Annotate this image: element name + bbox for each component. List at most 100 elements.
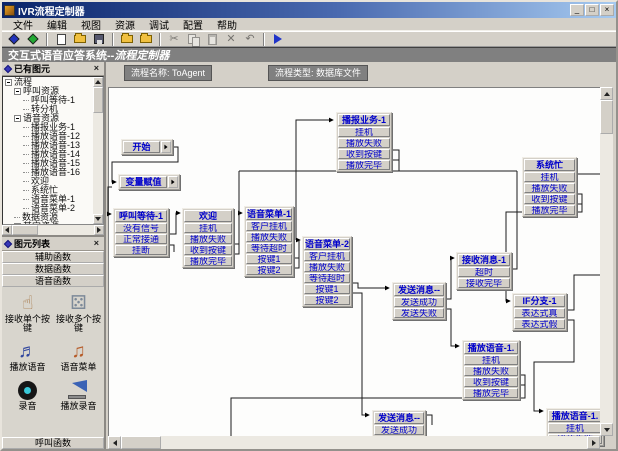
tree-scroll-thumb[interactable] — [93, 87, 103, 113]
flow-block-if-branch-1[interactable]: IF分支-1表达式真表达式假 — [512, 293, 567, 331]
block-port-表达式真[interactable]: 表达式真 — [514, 308, 565, 318]
tree-horizontal-scrollbar[interactable] — [2, 225, 104, 235]
scroll-up-icon[interactable] — [600, 87, 613, 100]
menu-item-debug[interactable]: 调试 — [142, 17, 176, 32]
block-port-按键2[interactable]: 按键2 — [304, 295, 350, 305]
block-port-播放失败[interactable]: 播放失败 — [246, 232, 292, 242]
block-port-发送成功[interactable]: 发送成功 — [374, 425, 424, 435]
minimize-button[interactable]: _ — [570, 4, 584, 16]
flow-canvas[interactable]: 流程名称: ToAgent 流程类型: 数据库文件 开始变量赋值呼叫等待-1没有… — [106, 62, 616, 449]
menu-item-file[interactable]: 文件 — [6, 17, 40, 32]
save-icon[interactable] — [90, 32, 108, 46]
import-flow-icon[interactable] — [118, 32, 136, 46]
flow-block-call-wait-1[interactable]: 呼叫等待-1没有信号正常接通挂断 — [113, 208, 169, 257]
flow-block-play-voice-1-mid[interactable]: 播放语音-1.挂机播放失败收到按键播放完毕 — [462, 340, 520, 400]
flow-block-var-assign[interactable]: 变量赋值 — [118, 174, 180, 190]
palette-tool-play-voice[interactable]: ♬播放语音 — [2, 339, 53, 372]
elements-panel-close-icon[interactable]: × — [92, 64, 101, 73]
export-flow-icon[interactable] — [137, 32, 155, 46]
scroll-left-icon[interactable] — [108, 436, 121, 449]
flow-block-welcome[interactable]: 欢迎挂机播放失败收到按键播放完毕 — [182, 208, 234, 268]
flow-block-voice-menu-2[interactable]: 语音菜单-2客户挂机播放失败等待超时按键1按键2 — [302, 236, 352, 307]
block-go-button[interactable] — [168, 176, 178, 188]
block-port-播放失败[interactable]: 播放失败 — [524, 183, 575, 193]
block-go-button[interactable] — [161, 141, 171, 153]
category-voice-functions[interactable]: 语音函数 — [2, 275, 104, 287]
block-port-挂断[interactable]: 挂断 — [115, 245, 167, 255]
block-port-挂机[interactable]: 挂机 — [524, 172, 575, 182]
scroll-down-icon[interactable] — [600, 423, 613, 436]
menu-item-settings[interactable]: 配置 — [176, 17, 210, 32]
flow-block-voice-menu-1[interactable]: 语音菜单-1客户挂机播放失败等待超时按键1按键2 — [244, 206, 294, 277]
canvas-vertical-scrollbar[interactable] — [600, 87, 613, 436]
block-port-等待超时[interactable]: 等待超时 — [246, 243, 292, 253]
block-port-播放失败[interactable]: 播放失败 — [338, 138, 390, 148]
palette-tool-receive-multi-key[interactable]: ⚄接收多个按键 — [53, 291, 104, 333]
block-port-播放完毕[interactable]: 播放完毕 — [184, 256, 232, 266]
nav-back-diamond-icon[interactable] — [5, 32, 23, 46]
tree-collapse-icon[interactable] — [14, 88, 21, 95]
block-port-发送成功[interactable]: 发送成功 — [394, 297, 444, 307]
flow-block-recv-msg-1[interactable]: 接收消息-1超时接收完毕 — [456, 252, 512, 290]
open-folder-icon[interactable] — [71, 32, 89, 46]
close-button[interactable]: × — [600, 4, 614, 16]
tree-collapse-icon[interactable] — [14, 223, 21, 224]
category-call-functions[interactable]: 呼叫函数 — [2, 437, 104, 449]
block-port-挂机[interactable]: 挂机 — [338, 127, 390, 137]
block-port-客户挂机[interactable]: 客户挂机 — [304, 251, 350, 261]
delete-icon[interactable]: ✕ — [222, 32, 240, 46]
flow-block-start[interactable]: 开始 — [121, 139, 173, 155]
menu-item-view[interactable]: 视图 — [74, 17, 108, 32]
block-port-播放完毕[interactable]: 播放完毕 — [524, 205, 575, 215]
tree-hscroll-thumb[interactable] — [12, 225, 38, 235]
block-port-按键1[interactable]: 按键1 — [246, 254, 292, 264]
tree-collapse-icon[interactable] — [5, 79, 12, 86]
new-file-icon[interactable] — [52, 32, 70, 46]
copy-icon[interactable] — [184, 32, 202, 46]
palette-tool-receive-single-key[interactable]: ☝接收单个按键 — [2, 291, 53, 333]
block-port-接收完毕[interactable]: 接收完毕 — [458, 278, 510, 288]
palette-tool-play-record[interactable]: 播放录音 — [53, 378, 104, 411]
block-port-表达式假[interactable]: 表达式假 — [514, 319, 565, 329]
tree-collapse-icon[interactable] — [14, 115, 21, 122]
nav-forward-diamond-icon[interactable] — [24, 32, 42, 46]
canvas-hscroll-thumb[interactable] — [121, 436, 161, 449]
category-data-functions[interactable]: 数据函数 — [2, 263, 104, 275]
scroll-left-icon[interactable] — [2, 225, 12, 235]
tree-item-其它资源[interactable]: 其它资源 — [5, 222, 93, 224]
cut-icon[interactable]: ✂ — [165, 32, 183, 46]
block-port-没有信号[interactable]: 没有信号 — [115, 223, 167, 233]
flow-block-broadcast-1[interactable]: 播报业务-1挂机播放失败收到按键播放完毕 — [336, 112, 392, 172]
block-port-等待超时[interactable]: 等待超时 — [304, 273, 350, 283]
block-port-挂机[interactable]: 挂机 — [464, 355, 518, 365]
paste-icon[interactable] — [203, 32, 221, 46]
menu-item-edit[interactable]: 编辑 — [40, 17, 74, 32]
restore-button[interactable]: □ — [585, 4, 599, 16]
flow-block-send-msg-1[interactable]: 发送消息--发送成功发送失败 — [392, 282, 446, 320]
flow-block-sys-busy[interactable]: 系统忙挂机播放失败收到按键播放完毕 — [522, 157, 577, 217]
category-aux-functions[interactable]: 辅助函数 — [2, 251, 104, 263]
scroll-right-icon[interactable] — [587, 436, 600, 449]
block-port-挂机[interactable]: 挂机 — [548, 423, 602, 433]
run-icon[interactable] — [269, 32, 287, 46]
scroll-down-icon[interactable] — [93, 214, 103, 224]
block-port-正常接通[interactable]: 正常接通 — [115, 234, 167, 244]
block-port-发送失败[interactable]: 发送失败 — [394, 308, 444, 318]
menu-item-help[interactable]: 帮助 — [210, 17, 244, 32]
block-port-挂机[interactable]: 挂机 — [184, 223, 232, 233]
canvas-vscroll-thumb[interactable] — [600, 100, 613, 134]
block-port-播放失败[interactable]: 播放失败 — [184, 234, 232, 244]
block-port-播放失败[interactable]: 播放失败 — [464, 366, 518, 376]
block-port-收到按键[interactable]: 收到按键 — [184, 245, 232, 255]
block-port-播放失败[interactable]: 播放失败 — [304, 262, 350, 272]
canvas-horizontal-scrollbar[interactable] — [108, 436, 600, 449]
block-port-收到按键[interactable]: 收到按键 — [338, 149, 390, 159]
tree-vertical-scrollbar[interactable] — [93, 77, 103, 224]
block-port-播放完毕[interactable]: 播放完毕 — [464, 388, 518, 398]
block-port-收到按键[interactable]: 收到按键 — [464, 377, 518, 387]
scroll-up-icon[interactable] — [93, 77, 103, 87]
block-port-播放完毕[interactable]: 播放完毕 — [338, 160, 390, 170]
menu-item-resources[interactable]: 资源 — [108, 17, 142, 32]
block-port-按键2[interactable]: 按键2 — [246, 265, 292, 275]
tree-item-播放语音-16[interactable]: 播放语音-16 — [5, 168, 93, 177]
